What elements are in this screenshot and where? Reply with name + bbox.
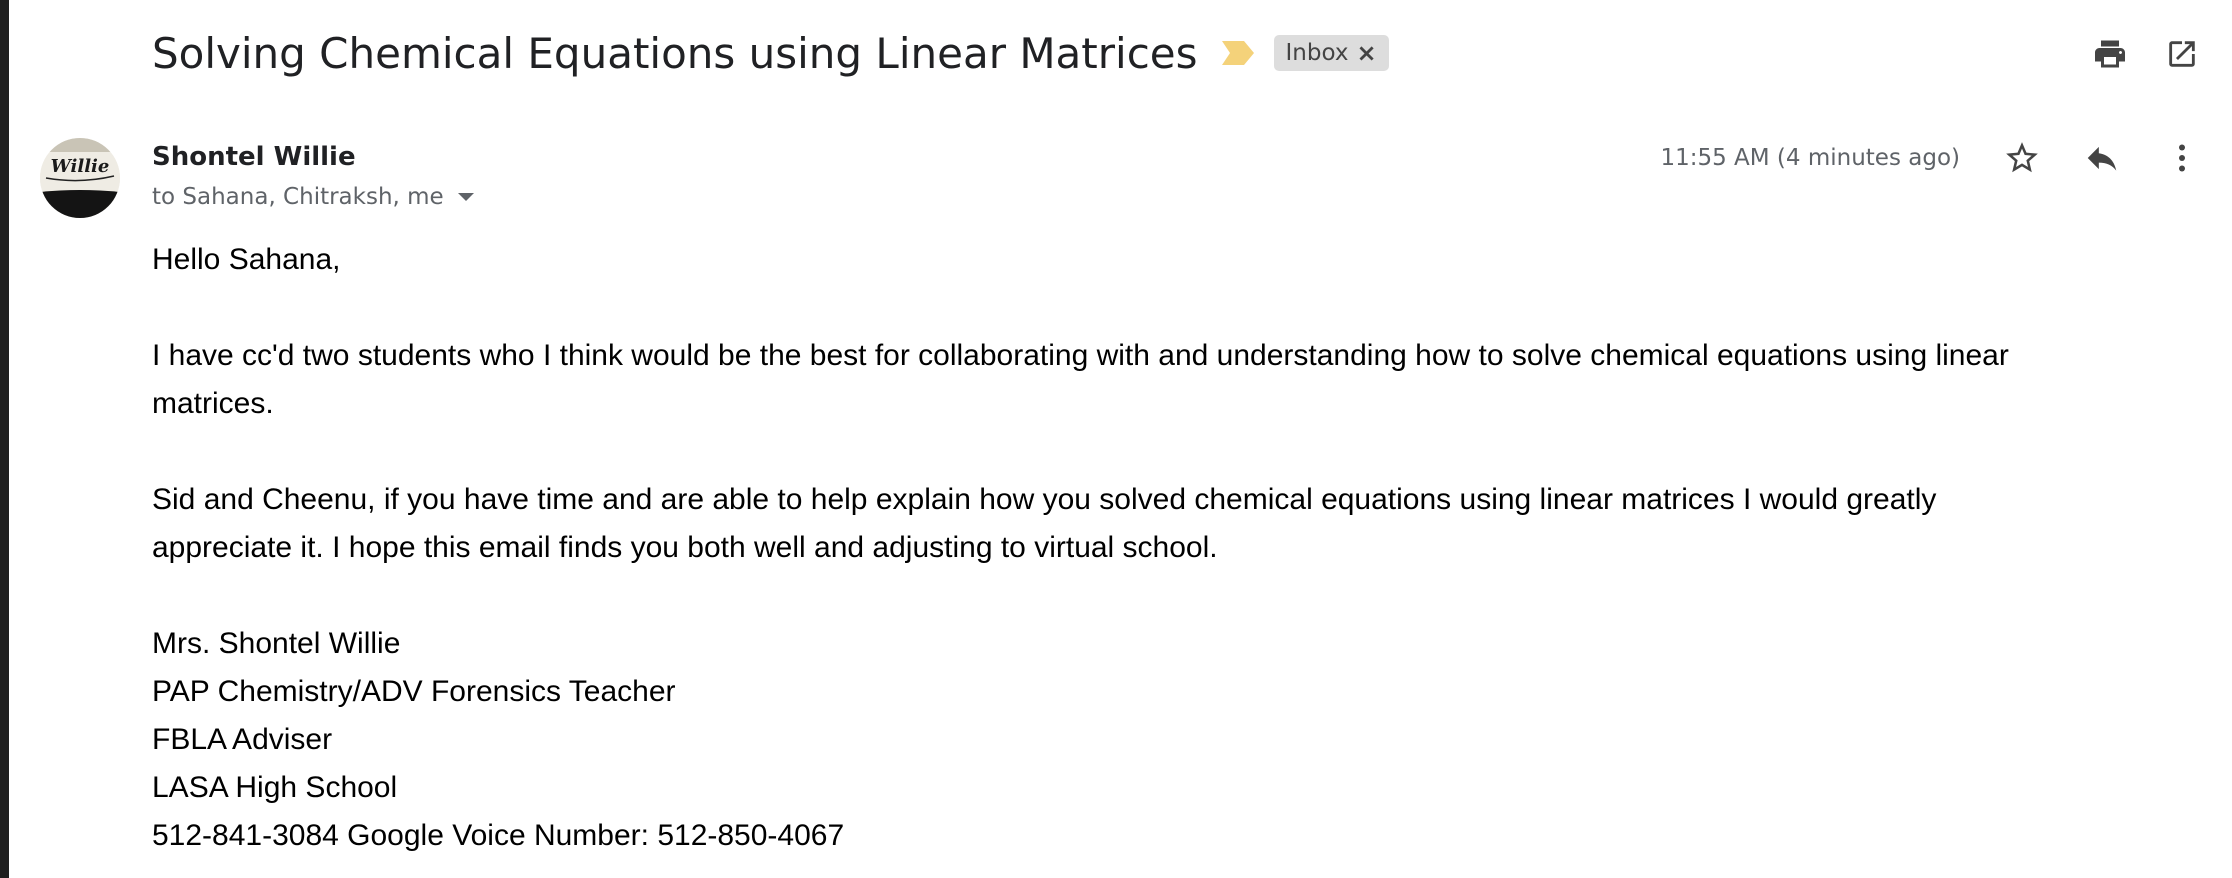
body-paragraph-2-line-2: appreciate it. I hope this email finds y… [152, 531, 1218, 564]
signature-title: PAP Chemistry/ADV Forensics Teacher [152, 675, 676, 708]
importance-marker-icon[interactable] [1220, 38, 1256, 68]
avatar-lettering: Willie [51, 156, 110, 177]
greeting: Hello Sahana, [152, 243, 341, 276]
label-chip-text: Inbox [1285, 40, 1349, 66]
open-in-new-window-icon [2169, 41, 2195, 67]
message-timestamp: 11:55 AM (4 minutes ago) [1660, 145, 1960, 171]
print-icon [2095, 40, 2125, 68]
more-vertical-icon [2179, 144, 2185, 172]
recipients-line: to Sahana, Chitraksh, me [152, 184, 474, 210]
signature-phone: 512-841-3084 Google Voice Number: 512-85… [152, 819, 845, 852]
remove-label-button[interactable]: × [1356, 39, 1376, 67]
message-body: Hello Sahana, I have cc'd two students w… [152, 236, 2162, 860]
signature-role: FBLA Adviser [152, 723, 333, 756]
open-in-new-window-button[interactable] [2162, 34, 2202, 74]
inbox-label-chip: Inbox × [1273, 35, 1389, 71]
body-paragraph-1-line-1: I have cc'd two students who I think wou… [152, 339, 2009, 372]
sender-avatar: Willie [40, 138, 120, 218]
signature-school: LASA High School [152, 771, 398, 804]
subject-row: Solving Chemical Equations using Linear … [152, 22, 1389, 84]
body-paragraph-2-line-1: Sid and Cheenu, if you have time and are… [152, 483, 1937, 516]
email-subject: Solving Chemical Equations using Linear … [152, 28, 1198, 78]
reply-button[interactable] [2082, 138, 2122, 178]
signature-name: Mrs. Shontel Willie [152, 627, 401, 660]
sender-name[interactable]: Shontel Willie [152, 142, 356, 172]
window-left-edge [0, 0, 9, 878]
avatar-image: Willie [40, 138, 120, 218]
show-details-caret-icon[interactable] [457, 193, 474, 201]
more-options-button[interactable] [2162, 138, 2202, 178]
body-paragraph-1-line-2: matrices. [152, 387, 274, 420]
star-icon [2006, 142, 2038, 173]
print-button[interactable] [2090, 34, 2130, 74]
recipients-text: to Sahana, Chitraksh, me [152, 184, 444, 210]
star-button[interactable] [2002, 138, 2042, 178]
reply-icon [2087, 146, 2117, 171]
